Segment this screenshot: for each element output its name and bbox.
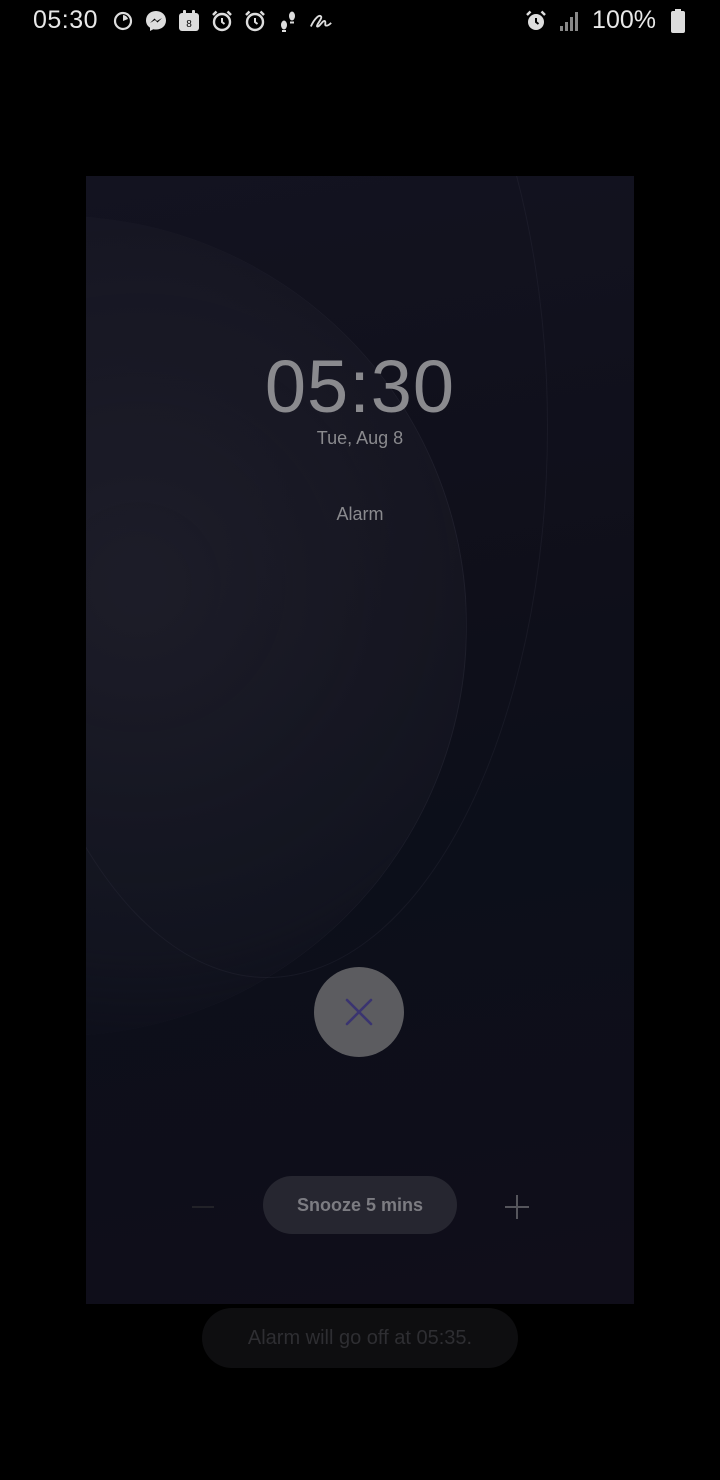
- background-arc: [86, 176, 548, 978]
- walk-icon: [276, 9, 300, 33]
- alarm-icon: [524, 9, 548, 33]
- notification-icons: 8: [111, 9, 333, 33]
- alarm-time: 05:30: [264, 345, 456, 428]
- alarm-label: Alarm: [336, 504, 384, 524]
- toast-message: Alarm will go off at 05:35.: [202, 1308, 518, 1368]
- timer-icon: [111, 9, 135, 33]
- calendar-day-text: 8: [186, 19, 192, 30]
- snooze-button[interactable]: Snooze 5 mins: [263, 1176, 457, 1234]
- system-status: 100%: [524, 6, 690, 35]
- alarm-card: 05:30 Tue, Aug 8 Alarm Snooze 5 mins: [86, 176, 634, 1304]
- increase-snooze-button[interactable]: [502, 1192, 532, 1222]
- snooze-controls: Snooze 5 mins: [86, 1176, 634, 1234]
- status-time: 05:30: [33, 6, 99, 34]
- signal-icon: [558, 9, 582, 33]
- battery-icon: [666, 8, 690, 33]
- alarm-screen: 05:30 8 100% 05:30 Tue, Aug 8 Alarm Snoo…: [0, 0, 720, 1480]
- dismiss-button[interactable]: [314, 967, 404, 1057]
- status-bar: 05:30 8 100%: [0, 0, 720, 44]
- messenger-icon: [144, 9, 168, 33]
- calendar-icon: 8: [177, 9, 201, 33]
- minus-icon: [192, 1206, 214, 1208]
- plus-icon: [505, 1195, 529, 1219]
- signature-icon: [309, 9, 333, 33]
- alarm-icon: [210, 9, 234, 33]
- alarm-icon: [243, 9, 267, 33]
- close-icon: [345, 998, 373, 1026]
- battery-percent: 100%: [592, 6, 656, 34]
- decrease-snooze-button[interactable]: [190, 1194, 216, 1220]
- alarm-date: Tue, Aug 8: [316, 428, 404, 448]
